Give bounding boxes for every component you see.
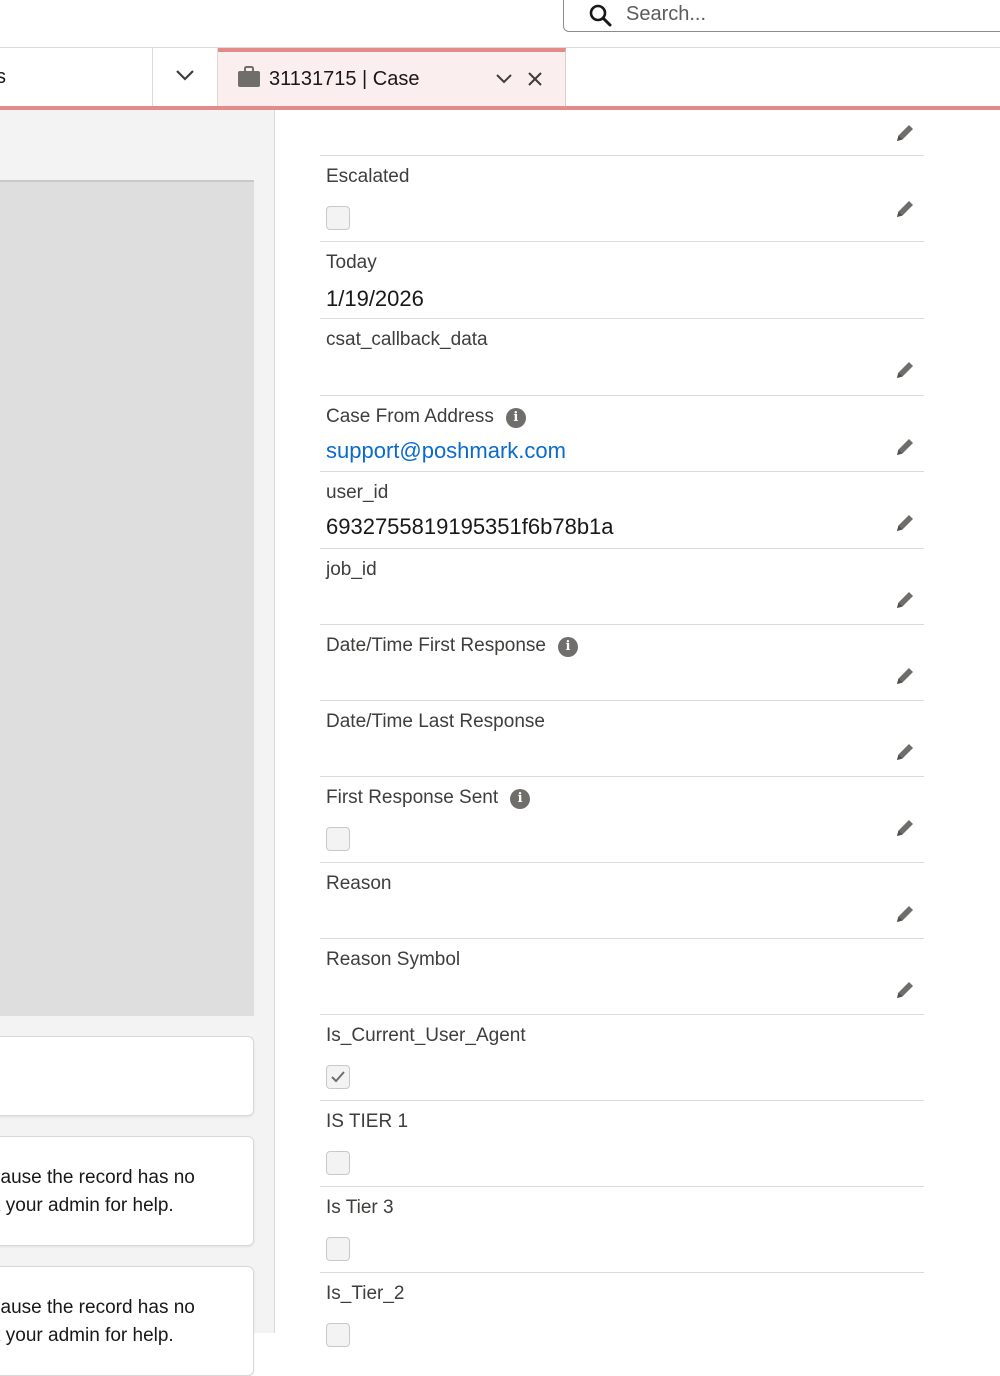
field-user-id: user_id 6932755819195351f6b78b1a: [320, 472, 924, 549]
info-icon[interactable]: i: [510, 789, 531, 809]
escalated-checkbox[interactable]: [326, 206, 350, 230]
pencil-icon[interactable]: [894, 122, 916, 144]
pencil-icon[interactable]: [894, 359, 916, 381]
field-is-tier-1: IS TIER 1: [320, 1101, 924, 1187]
field-reason: Reason: [320, 863, 924, 939]
info-icon[interactable]: i: [505, 408, 526, 428]
case-from-address-link[interactable]: support@poshmark.com: [326, 438, 566, 464]
workspace-tab-bar: s 31131715 | Case: [0, 48, 1000, 106]
global-search-box[interactable]: Search...: [563, 0, 1000, 32]
pencil-icon[interactable]: [894, 665, 916, 687]
field-value: 6932755819195351f6b78b1a: [326, 514, 614, 539]
field-label: First Response Sent i: [326, 787, 531, 809]
field-case-from-address: Case From Address i support@poshmark.com: [320, 396, 924, 472]
field-label-text: First Response Sent: [326, 787, 499, 808]
chevron-down-icon: [176, 70, 194, 81]
field-label: job_id: [326, 559, 377, 580]
field-label: Date/Time Last Response: [326, 711, 545, 732]
field-datetime-first-response: Date/Time First Response i: [320, 625, 924, 701]
left-panel-placeholder: [0, 180, 254, 1016]
field-reason-symbol: Reason Symbol: [320, 939, 924, 1015]
search-icon: [589, 4, 612, 27]
left-card: [0, 1036, 254, 1116]
left-card-message: cause the record has no k your admin for…: [0, 1266, 254, 1376]
left-column: cause the record has no k your admin for…: [0, 110, 275, 1376]
card-message-line: cause the record has no: [0, 1167, 195, 1188]
card-message-line: k your admin for help.: [0, 1325, 174, 1346]
pencil-icon[interactable]: [894, 741, 916, 763]
field-label: Is_Current_User_Agent: [326, 1025, 526, 1046]
briefcase-icon: [238, 66, 260, 87]
checkmark-icon: [331, 1071, 345, 1083]
global-header: Search...: [0, 0, 1000, 48]
tab-nav-dropdown-button[interactable]: [153, 48, 218, 106]
is-tier-2-checkbox[interactable]: [326, 1323, 350, 1347]
tab-case-title: 31131715 | Case: [269, 68, 420, 90]
field-label-text: Date/Time First Response: [326, 635, 546, 656]
field-is-tier-3: Is Tier 3: [320, 1187, 924, 1273]
field-value: 1/19/2026: [326, 286, 424, 311]
field-today: Today 1/19/2026: [320, 242, 924, 319]
field-csat-callback-data: csat_callback_data: [320, 319, 924, 396]
pencil-icon[interactable]: [894, 198, 916, 220]
field-label: Is Tier 3: [326, 1197, 394, 1218]
field-label: Today: [326, 252, 377, 273]
is-tier-3-checkbox[interactable]: [326, 1237, 350, 1261]
is-current-user-agent-checkbox[interactable]: [326, 1065, 350, 1089]
first-response-sent-checkbox[interactable]: [326, 827, 350, 851]
field-first-response-sent: First Response Sent i: [320, 777, 924, 863]
pencil-icon[interactable]: [894, 589, 916, 611]
field-label: Date/Time First Response i: [326, 635, 578, 657]
card-message-line: k your admin for help.: [0, 1195, 174, 1216]
tab-case[interactable]: 31131715 | Case: [218, 48, 566, 106]
field-escalated: Escalated: [320, 156, 924, 242]
field-is-current-user-agent: Is_Current_User_Agent: [320, 1015, 924, 1101]
record-details-panel: Escalated Today 1/19/2026 csat_callback_…: [276, 110, 1000, 1347]
field-label-text: Case From Address: [326, 406, 494, 427]
field-datetime-last-response: Date/Time Last Response: [320, 701, 924, 777]
field-label: Reason: [326, 873, 392, 894]
pencil-icon[interactable]: [894, 817, 916, 839]
field-label: Reason Symbol: [326, 949, 461, 970]
pencil-icon[interactable]: [894, 903, 916, 925]
search-input[interactable]: Search...: [626, 3, 706, 26]
field-is-tier-2: Is_Tier_2: [320, 1273, 924, 1359]
field-job-id: job_id: [320, 549, 924, 625]
field-row: [320, 110, 924, 156]
card-message-line: cause the record has no: [0, 1297, 195, 1318]
info-icon[interactable]: i: [557, 637, 578, 657]
left-card-message: cause the record has no k your admin for…: [0, 1136, 254, 1246]
tab-previous[interactable]: s: [0, 48, 153, 106]
pencil-icon[interactable]: [894, 512, 916, 534]
field-label: user_id: [326, 482, 389, 503]
field-label: Escalated: [326, 166, 410, 187]
pencil-icon[interactable]: [894, 436, 916, 458]
field-label: csat_callback_data: [326, 329, 488, 350]
pencil-icon[interactable]: [894, 979, 916, 1001]
field-label: IS TIER 1: [326, 1111, 409, 1132]
chevron-down-icon[interactable]: [495, 72, 513, 86]
close-icon[interactable]: [527, 71, 543, 87]
field-label: Case From Address i: [326, 406, 526, 428]
tab-previous-label: s: [0, 66, 6, 88]
field-label: Is_Tier_2: [326, 1283, 405, 1304]
is-tier-1-checkbox[interactable]: [326, 1151, 350, 1175]
